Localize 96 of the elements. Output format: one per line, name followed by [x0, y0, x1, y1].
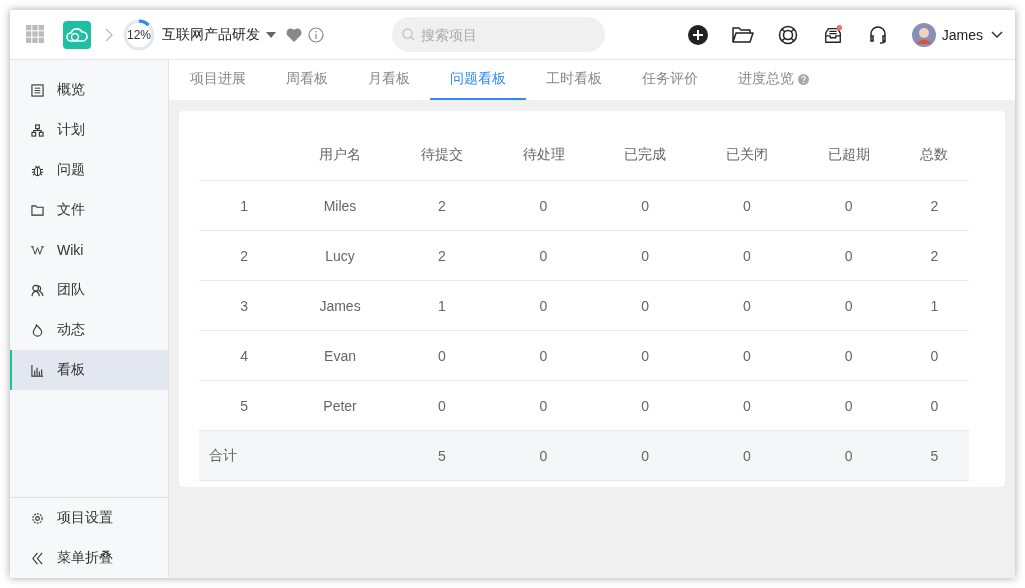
table-cell: 0: [641, 247, 650, 264]
table-cell: 0: [844, 347, 853, 364]
table-cell: 合计: [209, 446, 237, 463]
sidebar-item[interactable]: 看板: [10, 350, 168, 390]
table-cell: 1: [437, 297, 446, 314]
table-cell: 1: [930, 297, 939, 314]
sidebar-item[interactable]: 动态: [10, 310, 168, 350]
table-cell: Peter: [323, 397, 357, 414]
tab[interactable]: 项目进展: [170, 60, 266, 100]
project-dropdown[interactable]: 互联网产品研发: [158, 25, 280, 44]
table-cell: 5: [240, 397, 248, 414]
table-cell: 0: [844, 247, 853, 264]
wiki-icon: [31, 243, 44, 257]
table-cell: 2: [930, 197, 939, 214]
search-field[interactable]: 搜索项目: [392, 17, 605, 52]
tab[interactable]: 月看板: [348, 60, 430, 100]
sidebar-item[interactable]: 问题: [10, 150, 168, 190]
table-cell: 0: [641, 347, 650, 364]
table-cell: 0: [844, 197, 853, 214]
table-cell: 0: [641, 447, 650, 464]
table-cell: 3: [240, 297, 248, 314]
sidebar-item[interactable]: 文件: [10, 190, 168, 230]
table-cell: Evan: [324, 347, 356, 364]
table-cell: 2: [437, 197, 446, 214]
progress-label: 12%: [126, 27, 152, 42]
column-header: 待处理: [522, 146, 565, 162]
sidebar-item[interactable]: Wiki: [10, 230, 168, 270]
table-cell: Miles: [323, 197, 357, 214]
sidebar-item[interactable]: 团队: [10, 270, 168, 310]
chevron-down-icon: [991, 30, 1003, 39]
info-icon[interactable]: [308, 26, 324, 43]
tab[interactable]: 任务评价: [622, 60, 718, 100]
table-cell: 0: [743, 297, 751, 314]
table-cell: 0: [437, 397, 446, 414]
column-header: 待提交: [420, 146, 463, 162]
column-header: 用户名: [319, 146, 362, 162]
table-cell: 1: [240, 197, 248, 214]
table-cell: 5: [930, 447, 939, 464]
heart-icon[interactable]: [286, 26, 302, 43]
table-cell: 0: [930, 397, 939, 414]
table-cell: James: [319, 297, 361, 314]
add-icon[interactable]: [686, 24, 709, 45]
table-cell: 0: [641, 397, 650, 414]
table-cell: 4: [240, 347, 248, 364]
table-cell: 0: [641, 197, 650, 214]
table-cell: 0: [539, 297, 548, 314]
table-cell: 2: [437, 247, 446, 264]
lifebuoy-icon[interactable]: [776, 24, 799, 45]
table-cell: 0: [743, 347, 751, 364]
folder-icon[interactable]: [731, 24, 754, 45]
table-cell: 0: [743, 197, 751, 214]
table-cell: 2: [930, 247, 939, 264]
folder-icon: [31, 203, 44, 217]
chevron-right-icon: [105, 27, 113, 42]
tab[interactable]: 工时看板: [526, 60, 622, 100]
sidebar-item[interactable]: 计划: [10, 110, 168, 150]
bug-icon: [31, 163, 44, 177]
cloud-logo-icon: [63, 20, 91, 49]
table-cell: 5: [437, 447, 446, 464]
table-cell: 2: [240, 247, 248, 264]
table-cell: 0: [743, 247, 751, 264]
column-header: 已关闭: [725, 146, 768, 162]
table-cell: 0: [539, 397, 548, 414]
sidebar-item[interactable]: 项目设置: [10, 498, 168, 538]
table-cell: 0: [743, 397, 751, 414]
hierarchy-icon: [31, 123, 44, 137]
table-cell: 0: [743, 447, 751, 464]
table-cell: 0: [641, 297, 650, 314]
progress-ring: [122, 17, 156, 52]
table-cell: 0: [539, 197, 548, 214]
column-header: 总数: [920, 146, 949, 162]
avatar-icon[interactable]: [911, 22, 936, 47]
tab[interactable]: 问题看板: [430, 60, 526, 100]
flame-icon: [31, 323, 44, 337]
sidebar-item[interactable]: 菜单折叠: [10, 538, 168, 578]
column-header: 已完成: [624, 146, 667, 162]
sidebar-item[interactable]: 概览: [10, 70, 168, 110]
table-cell: 0: [539, 347, 548, 364]
user-menu[interactable]: James: [941, 26, 1003, 43]
caret-icon: [266, 31, 276, 38]
table-cell: Lucy: [325, 247, 355, 264]
tab[interactable]: 周看板: [266, 60, 348, 100]
double-chevron-left-icon: [31, 551, 44, 565]
table-cell: 0: [539, 247, 548, 264]
column-header: 已超期: [827, 146, 870, 162]
tab[interactable]: 进度总览: [718, 60, 829, 100]
people-icon: [31, 283, 44, 297]
document-icon: [31, 83, 44, 97]
table-cell: 0: [844, 397, 853, 414]
table-cell: 0: [844, 447, 853, 464]
settings-icon: [31, 511, 44, 525]
table-cell: 0: [437, 347, 446, 364]
bar-chart-icon: [31, 363, 44, 377]
table-cell: 0: [844, 297, 853, 314]
table-cell: 0: [539, 447, 548, 464]
table-cell: 0: [930, 347, 939, 364]
